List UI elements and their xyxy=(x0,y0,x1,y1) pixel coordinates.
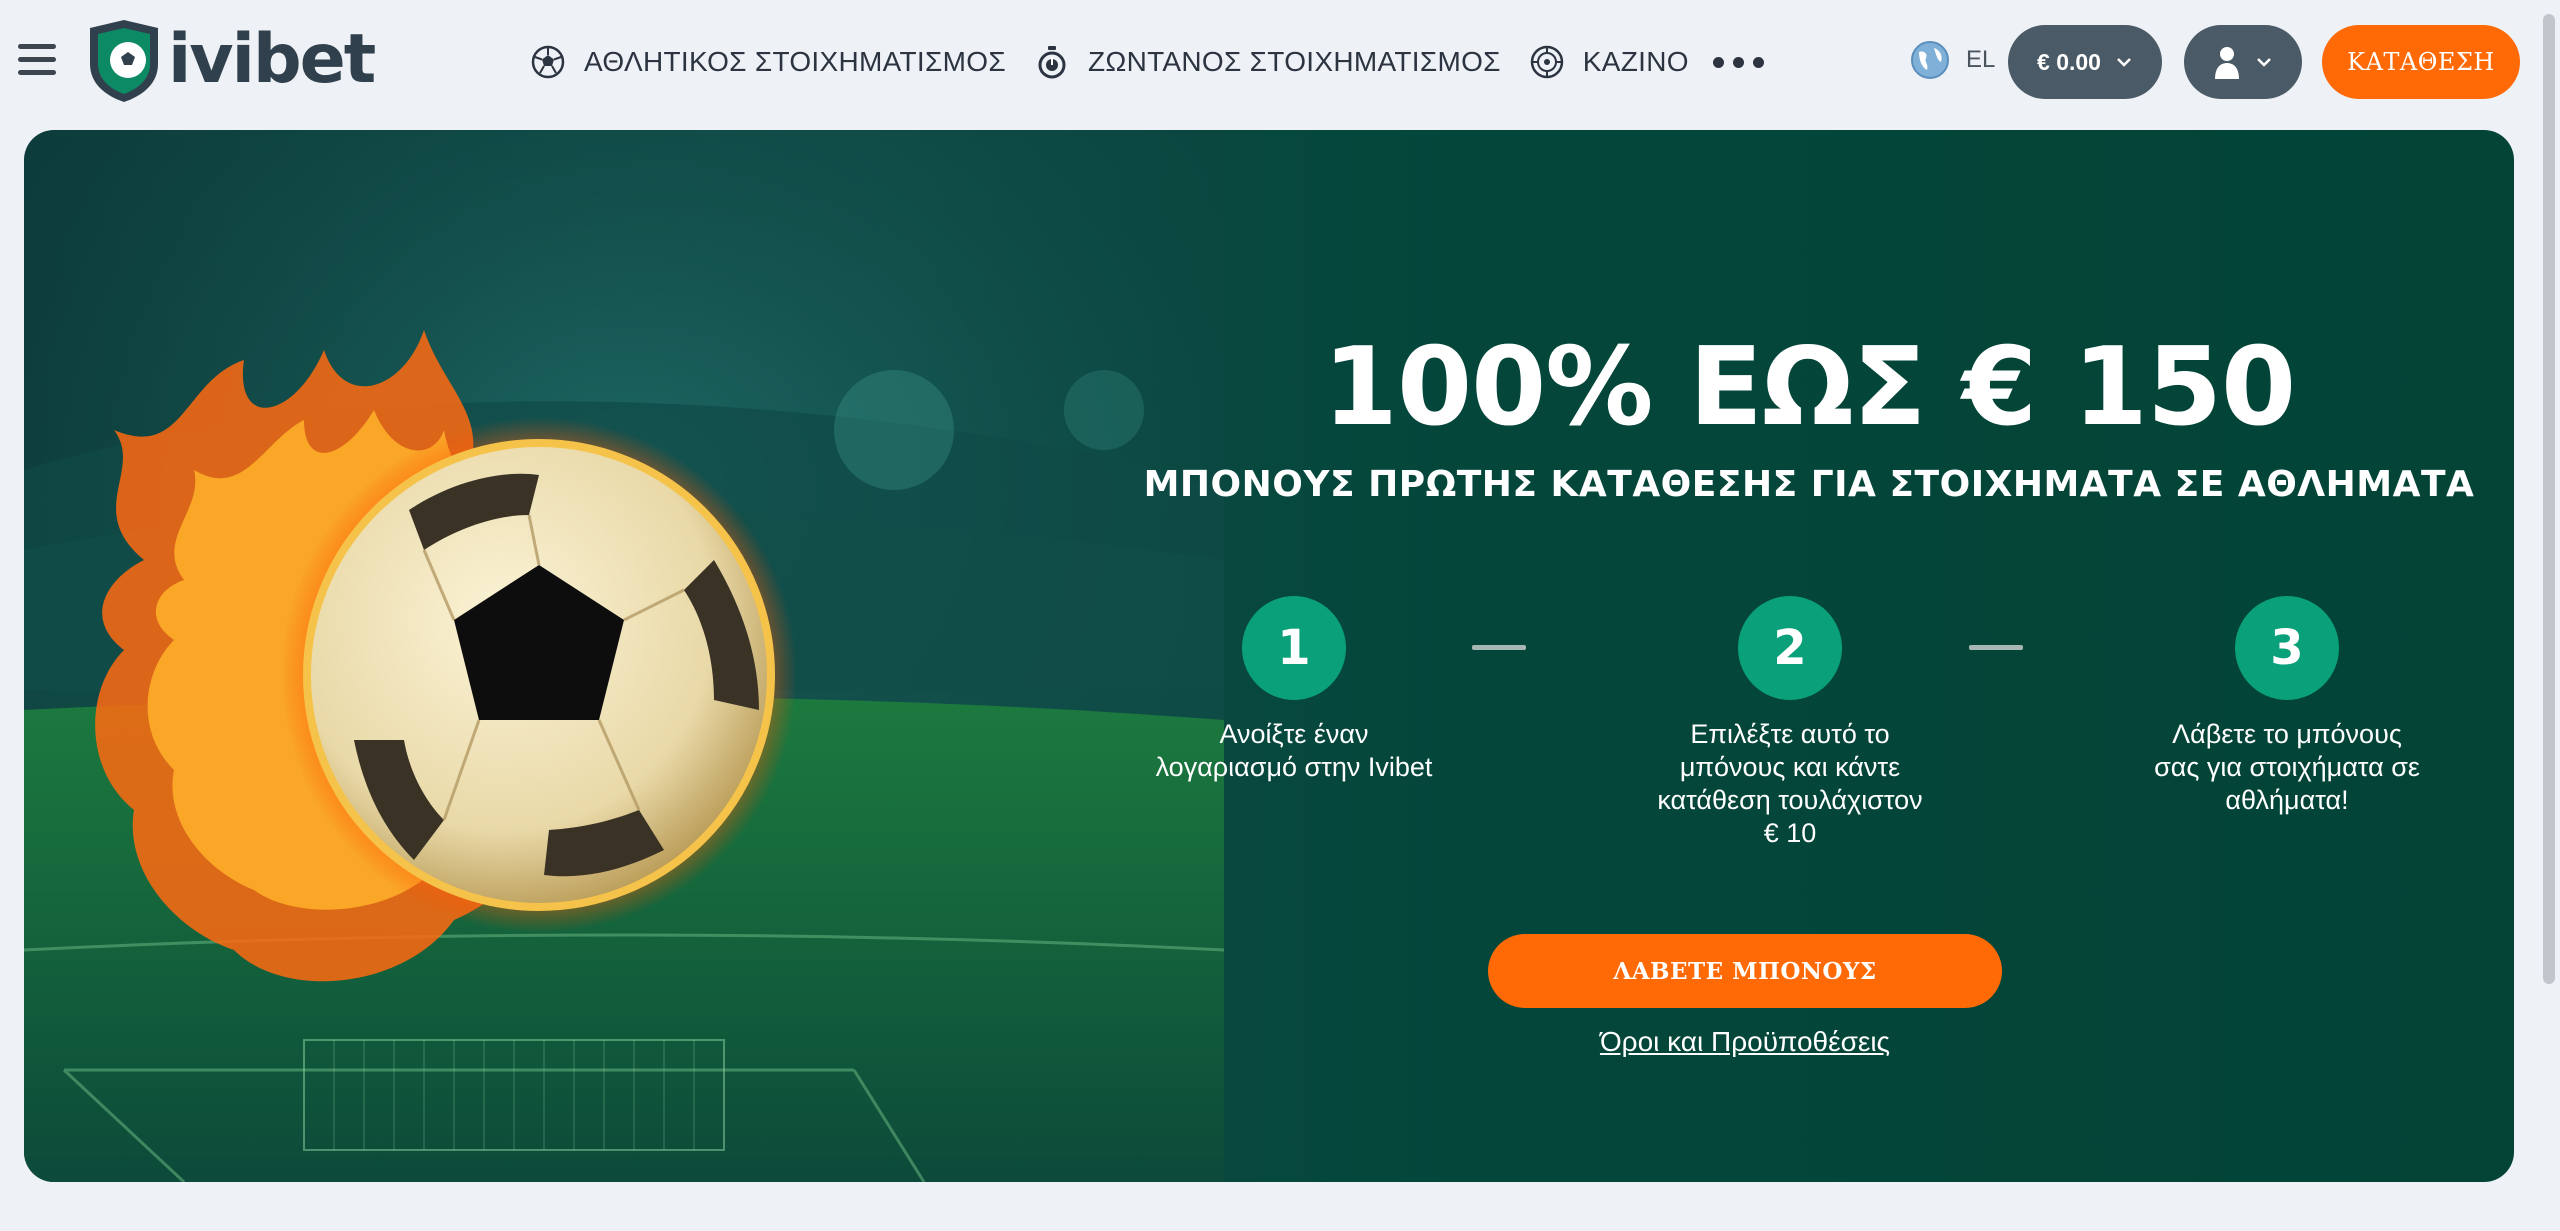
get-bonus-button[interactable]: ΛΑΒΕΤΕ ΜΠΟΝΟΥΣ xyxy=(1488,934,2002,1008)
chevron-down-icon xyxy=(2257,58,2271,67)
logo-shield-icon xyxy=(90,20,158,102)
hamburger-menu-icon[interactable] xyxy=(18,44,56,76)
nav-label: ΖΩΝΤΑΝΟΣ ΣΤΟΙΧΗΜΑΤΙΣΜΟΣ xyxy=(1087,46,1501,77)
soccer-ball-icon xyxy=(531,45,565,79)
step-number: 2 xyxy=(1738,596,1842,700)
promo-content: 100% ΕΩΣ € 150 ΜΠΟΝΟΥΣ ΠΡΩΤΗΣ ΚΑΤΑΘΕΣΗΣ … xyxy=(1104,130,2514,1182)
roulette-icon xyxy=(1530,45,1564,79)
main-nav: ΑΘΛΗΤΙΚΟΣ ΣΤΟΙΧΗΜΑΤΙΣΜΟΣ ΖΩΝΤΑΝΟΣ ΣΤΟΙΧΗ… xyxy=(530,34,1773,90)
nav-label: ΑΘΛΗΤΙΚΟΣ ΣΤΟΙΧΗΜΑΤΙΣΜΟΣ xyxy=(584,46,1006,77)
balance-amount: € 0.00 xyxy=(2037,48,2101,75)
step-text: Επιλέξτε αυτό το μπόνους και κάντε κατάθ… xyxy=(1657,719,1923,848)
logo-text: ivibet xyxy=(168,20,376,99)
promo-subheadline: ΜΠΟΝΟΥΣ ΠΡΩΤΗΣ ΚΑΤΑΘΕΣΗΣ ΓΙΑ ΣΤΟΙΧΗΜΑΤΑ … xyxy=(1143,464,2475,505)
step-connector xyxy=(1472,645,1526,650)
stopwatch-icon xyxy=(1038,46,1066,79)
balance-dropdown[interactable]: € 0.00 xyxy=(2008,25,2162,99)
chevron-down-icon xyxy=(2117,58,2131,67)
user-icon xyxy=(2215,47,2239,79)
nav-label: ΚΑΖΙΝΟ xyxy=(1582,46,1689,77)
step-number: 1 xyxy=(1242,596,1346,700)
deposit-button[interactable]: ΚΑΤΑΘΕΣΗ xyxy=(2322,25,2520,99)
step-text: Λάβετε το μπόνους σας για στοιχήματα σε … xyxy=(2154,719,2420,815)
step-3: 3 Λάβετε το μπόνους σας για στοιχήματα σ… xyxy=(2147,596,2427,817)
page-scrollbar[interactable] xyxy=(2538,0,2560,1231)
nav-live-betting[interactable]: ΖΩΝΤΑΝΟΣ ΣΤΟΙΧΗΜΑΤΙΣΜΟΣ xyxy=(1034,44,1501,80)
terms-link[interactable]: Όροι και Προϋποθέσεις xyxy=(1104,1026,2386,1058)
account-dropdown[interactable] xyxy=(2184,25,2302,99)
nav-sports-betting[interactable]: ΑΘΛΗΤΙΚΟΣ ΣΤΟΙΧΗΜΑΤΙΣΜΟΣ xyxy=(530,44,1006,80)
language-code: EL xyxy=(1966,46,1996,73)
promo-headline: 100% ΕΩΣ € 150 xyxy=(1322,325,2296,450)
ivibet-logo[interactable]: ivibet xyxy=(84,18,376,102)
step-number: 3 xyxy=(2235,596,2339,700)
flaming-soccer-ball-illustration xyxy=(24,130,1224,1182)
scrollbar-thumb[interactable] xyxy=(2543,14,2555,984)
step-connector xyxy=(1969,645,2023,650)
top-header: ivibet ΑΘΛΗΤΙΚΟΣ ΣΤΟΙΧΗΜΑΤΙΣΜΟΣ ΖΩΝΤΑΝΟΣ… xyxy=(0,0,2560,124)
promo-banner: 100% ΕΩΣ € 150 ΜΠΟΝΟΥΣ ΠΡΩΤΗΣ ΚΑΤΑΘΕΣΗΣ … xyxy=(24,130,2514,1182)
nav-casino[interactable]: ΚΑΖΙΝΟ xyxy=(1529,44,1689,80)
step-text: Ανοίξτε έναν λογαριασμό στην Ivibet xyxy=(1155,719,1433,782)
language-selector[interactable]: EL xyxy=(1910,40,1995,80)
step-2: 2 Επιλέξτε αυτό το μπόνους και κάντε κατ… xyxy=(1650,596,1930,850)
more-dots-icon[interactable] xyxy=(1712,56,1773,68)
globe-icon xyxy=(1911,41,1949,79)
step-1: 1 Ανοίξτε έναν λογαριασμό στην Ivibet xyxy=(1154,596,1434,784)
